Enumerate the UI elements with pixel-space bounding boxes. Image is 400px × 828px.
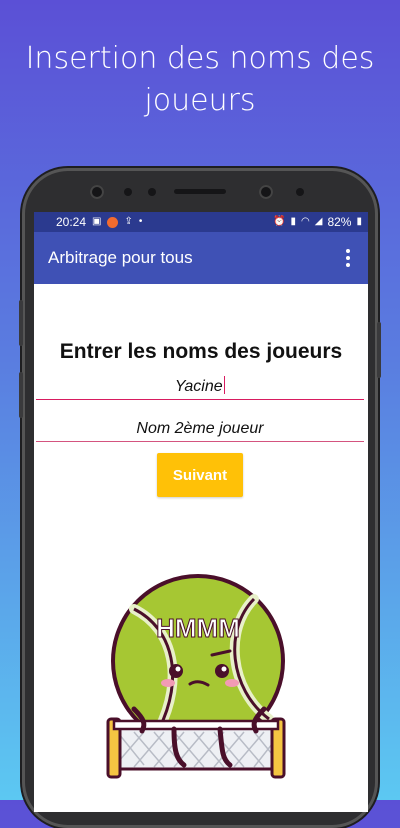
player2-name-field[interactable]: Nom 2ème joueur <box>36 420 364 442</box>
power-button <box>377 322 381 378</box>
overflow-menu-icon[interactable] <box>338 246 358 270</box>
more-notifications-icon: • <box>138 216 143 227</box>
app-title: Arbitrage pour tous <box>48 248 193 267</box>
image-icon: ▣ <box>92 216 102 227</box>
player2-name-placeholder: Nom 2ème joueur <box>136 420 264 437</box>
alarm-icon: ⏰ <box>273 216 286 227</box>
sensor-dot <box>296 188 304 196</box>
app-notification-icon <box>107 216 119 228</box>
form-heading: Entrer les noms des joueurs <box>59 340 343 363</box>
battery-icon: ▮ <box>356 216 362 227</box>
mascot-text: HMMM <box>156 613 240 643</box>
battery-percent: 82% <box>327 215 352 229</box>
bixby-button <box>19 372 23 418</box>
iris-camera <box>259 185 273 199</box>
volume-button <box>19 300 23 346</box>
tennis-ball-mascot: HMMM <box>106 574 286 779</box>
text-caret <box>223 376 226 394</box>
wifi-icon: ◠ <box>301 216 310 227</box>
player1-name-value: Yacine <box>174 378 223 395</box>
player1-name-field[interactable]: Yacine <box>36 376 364 400</box>
app-bar: Arbitrage pour tous <box>34 232 368 284</box>
status-time: 20:24 <box>56 215 87 229</box>
battery-saver-icon: ▮ <box>290 216 297 227</box>
earpiece-speaker <box>174 189 226 194</box>
next-button[interactable]: Suivant <box>157 453 243 497</box>
sensor-dot <box>124 188 132 196</box>
signal-icon: ◢ <box>314 216 323 227</box>
promo-caption: Insertion des noms des joueurs <box>25 41 375 118</box>
front-camera <box>90 185 104 199</box>
phone-screen: 20:24 ▣ ⇪ • ⏰ ▮ ◠ ◢ 82% ▮ Arbitrage pour… <box>34 212 368 812</box>
sensor-dot <box>148 188 156 196</box>
status-bar: 20:24 ▣ ⇪ • ⏰ ▮ ◠ ◢ 82% ▮ <box>34 212 368 232</box>
upload-icon: ⇪ <box>124 216 133 227</box>
